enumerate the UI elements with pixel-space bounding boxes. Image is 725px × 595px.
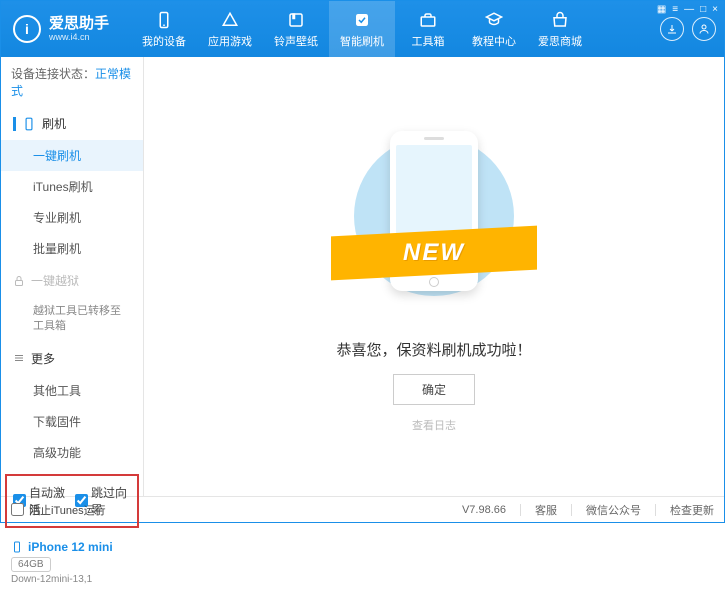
- device-identifier: Down-12mini-13,1: [11, 574, 133, 585]
- sidebar-item-one-key-flash[interactable]: 一键刷机: [1, 140, 143, 171]
- sidebar-head-more[interactable]: 更多: [1, 342, 143, 375]
- version-label: V7.98.66: [462, 504, 506, 516]
- store-icon: [550, 10, 570, 30]
- sidebar-item-download-firmware[interactable]: 下载固件: [1, 406, 143, 437]
- brand-name: 爱思助手: [49, 16, 109, 33]
- sidebar-item-itunes-flash[interactable]: iTunes刷机: [1, 171, 143, 202]
- sidebar-jailbreak-note: 越狱工具已转移至 工具箱: [1, 297, 143, 342]
- wechat-link[interactable]: 微信公众号: [586, 502, 641, 518]
- apps-icon: [220, 10, 240, 30]
- tab-my-device[interactable]: 我的设备: [131, 1, 197, 57]
- device-storage: 64GB: [11, 557, 51, 572]
- sidebar-head-jailbreak[interactable]: 一键越狱: [1, 264, 143, 297]
- sidebar-head-flash[interactable]: 刷机: [1, 107, 143, 140]
- phone-icon: [22, 117, 36, 131]
- success-illustration: NEW: [349, 121, 519, 321]
- phone-icon: [11, 541, 23, 553]
- checkbox-block-itunes[interactable]: 阻止iTunes运行: [11, 502, 106, 518]
- toolbox-icon: [418, 10, 438, 30]
- device-name[interactable]: iPhone 12 mini: [11, 540, 133, 554]
- tab-smart-flash[interactable]: 智能刷机: [329, 1, 395, 57]
- sidebar-item-other-tools[interactable]: 其他工具: [1, 375, 143, 406]
- sidebar-item-pro-flash[interactable]: 专业刷机: [1, 202, 143, 233]
- tutorial-icon: [484, 10, 504, 30]
- tab-apps-games[interactable]: 应用游戏: [197, 1, 263, 57]
- main-content: NEW 恭喜您，保资料刷机成功啦！ 确定 查看日志: [144, 57, 724, 496]
- more-icon: [13, 352, 25, 364]
- brand: i 爱思助手 www.i4.cn: [1, 15, 121, 43]
- ok-button[interactable]: 确定: [393, 374, 475, 405]
- success-message: 恭喜您，保资料刷机成功啦！: [336, 339, 531, 360]
- download-button[interactable]: [660, 17, 684, 41]
- header-right-controls: [660, 1, 724, 57]
- tab-ringtone-wallpaper[interactable]: 铃声壁纸: [263, 1, 329, 57]
- check-update-link[interactable]: 检查更新: [670, 502, 714, 518]
- brand-url: www.i4.cn: [49, 32, 109, 42]
- tab-tutorial[interactable]: 教程中心: [461, 1, 527, 57]
- flash-icon: [352, 10, 372, 30]
- sidebar-item-batch-flash[interactable]: 批量刷机: [1, 233, 143, 264]
- lock-icon: [13, 275, 25, 287]
- tab-toolbox[interactable]: 工具箱: [395, 1, 461, 57]
- title-bar: ▦ ≡ — □ × i 爱思助手 www.i4.cn 我的设备 应用游戏 铃声壁…: [1, 1, 724, 57]
- customer-service-link[interactable]: 客服: [535, 502, 557, 518]
- sidebar: 设备连接状态：正常模式 刷机 一键刷机 iTunes刷机 专业刷机 批量刷机 一…: [1, 57, 144, 496]
- sidebar-item-advanced[interactable]: 高级功能: [1, 437, 143, 468]
- connection-status: 设备连接状态：正常模式: [1, 57, 143, 107]
- user-button[interactable]: [692, 17, 716, 41]
- view-log-link[interactable]: 查看日志: [412, 417, 456, 433]
- device-info: iPhone 12 mini 64GB Down-12mini-13,1: [1, 534, 143, 595]
- wallpaper-icon: [286, 10, 306, 30]
- nav-tabs: 我的设备 应用游戏 铃声壁纸 智能刷机 工具箱 教程中心 爱思商城: [131, 1, 593, 57]
- tab-store[interactable]: 爱思商城: [527, 1, 593, 57]
- brand-logo-icon: i: [13, 15, 41, 43]
- device-icon: [154, 10, 174, 30]
